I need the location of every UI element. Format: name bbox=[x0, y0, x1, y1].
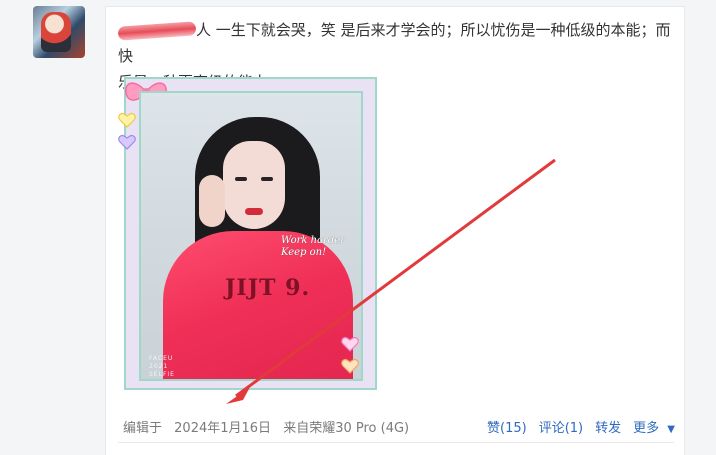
hoodie-print: JIJT 9. bbox=[225, 275, 311, 301]
post-card: 人 一生下就会哭，笑 是后来才学会的；所以忧伤是一种低级的本能；而快 乐是一种更… bbox=[105, 6, 685, 455]
share-button[interactable]: 转发 bbox=[595, 417, 621, 436]
post-text-line1: 人 一生下就会哭，笑 是后来才学会的；所以忧伤是一种低级的本能；而快 bbox=[118, 21, 671, 65]
comment-button[interactable]: 评论(1) bbox=[539, 417, 583, 436]
overlay-line-2: Keep on! bbox=[281, 247, 327, 258]
hand-shape bbox=[199, 175, 225, 227]
right-eye-shape bbox=[261, 177, 273, 181]
footer-divider bbox=[118, 442, 674, 443]
post-footer: 编辑于 2024年1月16日 来自荣耀30 Pro (4G) 赞(15) 评论(… bbox=[123, 417, 675, 436]
purple-heart-sticker-icon bbox=[118, 134, 136, 150]
post-date: 2024年1月16日 bbox=[174, 421, 272, 436]
left-eye-shape bbox=[235, 177, 247, 181]
more-button[interactable]: 更多 ▼ bbox=[633, 417, 675, 436]
chevron-down-icon: ▼ bbox=[667, 424, 675, 435]
post-actions: 赞(15) 评论(1) 转发 更多 ▼ bbox=[487, 417, 675, 436]
like-button[interactable]: 赞(15) bbox=[487, 417, 527, 436]
avatar[interactable] bbox=[33, 6, 85, 58]
post-meta: 编辑于 2024年1月16日 来自荣耀30 Pro (4G) bbox=[123, 417, 417, 436]
watermark-line-2: 2021 bbox=[149, 363, 169, 370]
redacted-author-name bbox=[117, 20, 197, 41]
post-source: 来自荣耀30 Pro (4G) bbox=[283, 421, 410, 436]
edited-label: 编辑于 bbox=[123, 421, 163, 436]
post-photo[interactable]: JIJT 9. Work harder Keep on! FACEU 2021 … bbox=[118, 77, 377, 390]
overlay-line-1: Work harder bbox=[281, 235, 345, 246]
avatar-figure bbox=[41, 12, 71, 52]
pink-heart-sticker-icon bbox=[341, 336, 359, 352]
face-shape bbox=[223, 141, 285, 229]
lips-shape bbox=[245, 208, 263, 215]
watermark-line-3: SELFIE bbox=[149, 371, 175, 378]
yellow-heart-sticker-icon bbox=[118, 112, 136, 128]
peach-heart-sticker-icon bbox=[341, 358, 359, 374]
more-label: 更多 bbox=[633, 421, 660, 436]
image-overlay-text: Work harder Keep on! bbox=[281, 235, 345, 259]
selfie-image: JIJT 9. Work harder Keep on! FACEU 2021 … bbox=[139, 91, 363, 381]
image-watermark: FACEU 2021 SELFIE bbox=[149, 355, 175, 379]
watermark-line-1: FACEU bbox=[149, 355, 174, 362]
